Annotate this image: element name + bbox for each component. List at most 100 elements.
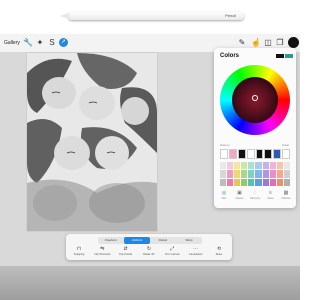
drawing-canvas[interactable] bbox=[26, 52, 158, 232]
magnet-icon: ⊓ bbox=[77, 246, 81, 252]
tool-rotate-45-[interactable]: ↻ Rotate 45° bbox=[140, 246, 158, 259]
tool-label: Interpolation bbox=[188, 253, 203, 256]
disc-icon: ◎ bbox=[221, 190, 227, 196]
tab-classic[interactable]: ▣ Classic bbox=[234, 189, 246, 207]
transform-arrow-icon[interactable]: ➚ bbox=[59, 38, 68, 47]
flip-v-icon: ⇵ bbox=[123, 246, 128, 252]
palette-swatch[interactable] bbox=[269, 170, 276, 178]
history-swatch[interactable] bbox=[220, 149, 228, 159]
tool-label: Snapping bbox=[73, 253, 85, 256]
segment-freeform[interactable]: Freeform bbox=[98, 237, 124, 244]
transform-tools: ⊓ Snapping ⇋ Flip Horizontal ⇵ Flip Vertical ↻… bbox=[70, 246, 228, 259]
segment-uniform[interactable]: Uniform bbox=[124, 237, 150, 244]
palette-swatch[interactable] bbox=[283, 162, 290, 170]
history-swatch[interactable] bbox=[282, 149, 290, 159]
palette-swatch[interactable] bbox=[276, 162, 283, 170]
tool-snapping[interactable]: ⊓ Snapping bbox=[70, 246, 88, 259]
selection-icon[interactable]: S bbox=[46, 37, 58, 49]
flip-h-icon: ⇋ bbox=[100, 246, 105, 252]
tool-label: Fit to Canvas bbox=[164, 253, 180, 256]
harmony-icon: ◌ bbox=[253, 190, 257, 196]
palette-swatch[interactable] bbox=[248, 178, 255, 186]
palette-swatch[interactable] bbox=[227, 178, 234, 186]
history-swatch[interactable] bbox=[237, 149, 246, 159]
fit-canvas-icon: ⤢ bbox=[170, 246, 175, 252]
palette-swatch[interactable] bbox=[262, 170, 269, 178]
palette-swatch[interactable] bbox=[234, 162, 241, 170]
tool-reset[interactable]: ⟲ Reset bbox=[210, 246, 228, 259]
tool-flip-vertical[interactable]: ⇵ Flip Vertical bbox=[117, 246, 135, 259]
palette-swatch[interactable] bbox=[227, 170, 234, 178]
colors-panel: Colors History Clear ◎ Disc ▣ Classic ◌ Harmo… bbox=[214, 48, 296, 208]
palette-swatch[interactable] bbox=[248, 162, 255, 170]
palette-swatch[interactable] bbox=[220, 178, 227, 186]
palette-swatch[interactable] bbox=[220, 162, 227, 170]
palette-swatch[interactable] bbox=[276, 178, 283, 186]
wrench-icon[interactable]: 🔧 bbox=[22, 37, 34, 49]
transform-mode-selector: Freeform Uniform Distort Warp bbox=[98, 237, 202, 244]
clear-history-button[interactable]: Clear bbox=[282, 143, 289, 147]
color-swatch[interactable] bbox=[288, 37, 299, 48]
square-icon: ▣ bbox=[237, 190, 242, 196]
colors-title: Colors bbox=[220, 53, 240, 59]
tool-fit-to-canvas[interactable]: ⤢ Fit to Canvas bbox=[163, 246, 181, 259]
palette-swatch[interactable] bbox=[241, 178, 248, 186]
palette-swatch[interactable] bbox=[248, 170, 255, 178]
palette-swatch[interactable] bbox=[269, 162, 276, 170]
segment-distort[interactable]: Distort bbox=[150, 237, 176, 244]
palette-swatch[interactable] bbox=[255, 170, 262, 178]
palette-swatch[interactable] bbox=[255, 178, 262, 186]
tab-label: Classic bbox=[235, 197, 244, 200]
segment-warp[interactable]: Warp bbox=[176, 237, 202, 244]
palette-swatch[interactable] bbox=[269, 178, 276, 186]
palette-swatch[interactable] bbox=[255, 162, 262, 170]
history-swatch[interactable] bbox=[246, 149, 255, 159]
color-history bbox=[220, 149, 290, 159]
tab-label: Value bbox=[267, 197, 274, 200]
color-palette bbox=[220, 162, 290, 186]
tool-interpolation[interactable]: ⋯ Interpolation bbox=[187, 246, 205, 259]
palette-swatch[interactable] bbox=[262, 162, 269, 170]
rotate-icon: ↻ bbox=[146, 246, 152, 252]
palette-swatch[interactable] bbox=[283, 170, 290, 178]
tab-label: Harmony bbox=[249, 197, 261, 200]
tool-flip-horizontal[interactable]: ⇋ Flip Horizontal bbox=[93, 246, 111, 259]
bottom-background bbox=[0, 266, 300, 300]
history-swatch[interactable] bbox=[273, 149, 282, 159]
color-mode-tabs: ◎ Disc ▣ Classic ◌ Harmony ≡ Value ▦ Palettes bbox=[218, 189, 292, 207]
tab-value[interactable]: ≡ Value bbox=[265, 189, 277, 207]
palette-swatch[interactable] bbox=[234, 178, 241, 186]
palettes-icon: ▦ bbox=[283, 190, 289, 196]
palette-swatch[interactable] bbox=[283, 178, 290, 186]
interpolation-icon: ⋯ bbox=[193, 246, 199, 252]
palette-swatch[interactable] bbox=[241, 162, 248, 170]
palette-swatch[interactable] bbox=[220, 170, 227, 178]
reset-icon: ⟲ bbox=[216, 246, 222, 252]
pencil-label: Pencil bbox=[225, 13, 236, 18]
tab-palettes[interactable]: ▦ Palettes bbox=[280, 189, 292, 207]
tab-harmony[interactable]: ◌ Harmony bbox=[249, 189, 261, 207]
history-swatch[interactable] bbox=[255, 149, 264, 159]
tool-label: Rotate 45° bbox=[143, 253, 155, 256]
tool-label: Reset bbox=[215, 253, 223, 256]
color-picker-knob[interactable] bbox=[252, 95, 258, 101]
gallery-button[interactable]: Gallery bbox=[4, 37, 20, 49]
history-label: History bbox=[220, 143, 230, 147]
palette-swatch[interactable] bbox=[241, 170, 248, 178]
transform-panel: Freeform Uniform Distort Warp ⊓ Snapping ⇋ Fli… bbox=[66, 234, 232, 260]
tab-disc[interactable]: ◎ Disc bbox=[218, 189, 230, 207]
tab-label: Palettes bbox=[281, 197, 291, 200]
palette-swatch[interactable] bbox=[262, 178, 269, 186]
sketch-artwork bbox=[27, 53, 157, 231]
tool-label: Flip Horizontal bbox=[94, 253, 111, 256]
apple-pencil: Pencil bbox=[60, 12, 244, 20]
magic-wand-icon[interactable]: ✦ bbox=[34, 37, 46, 49]
secondary-color-chip[interactable] bbox=[285, 54, 293, 58]
history-swatch[interactable] bbox=[228, 149, 237, 159]
value-icon: ≡ bbox=[269, 190, 272, 196]
palette-swatch[interactable] bbox=[234, 170, 241, 178]
primary-color-chip[interactable] bbox=[276, 54, 284, 58]
history-swatch[interactable] bbox=[264, 149, 273, 159]
palette-swatch[interactable] bbox=[276, 170, 283, 178]
palette-swatch[interactable] bbox=[227, 162, 234, 170]
